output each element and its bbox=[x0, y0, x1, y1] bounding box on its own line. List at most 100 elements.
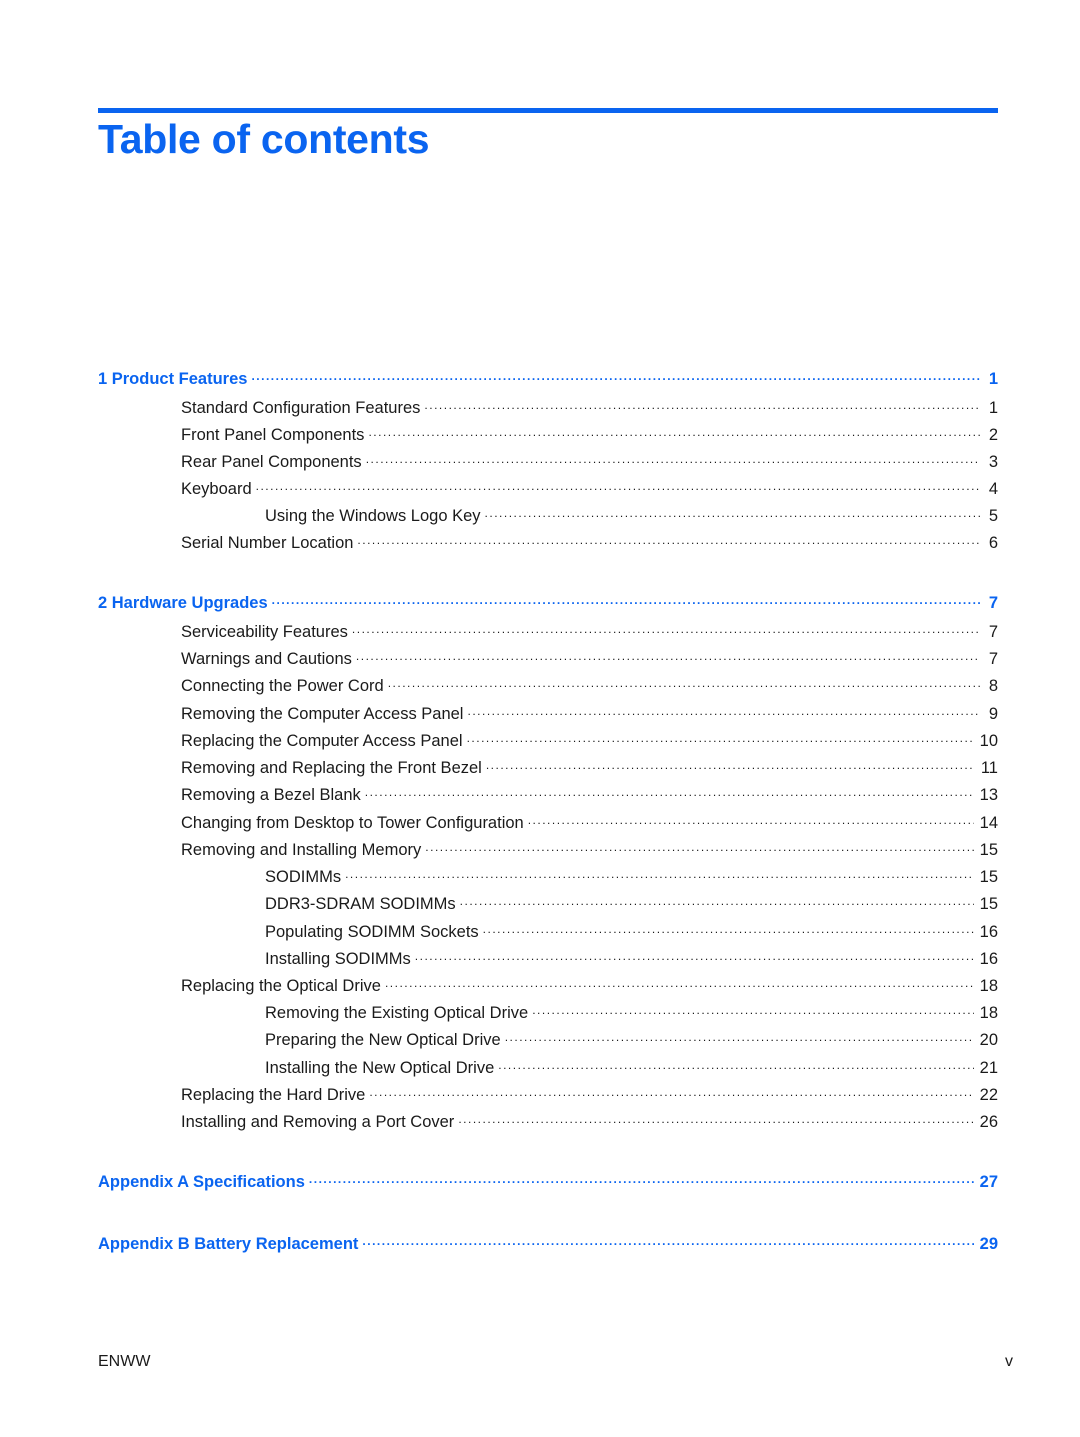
toc-entry-title[interactable]: Removing the Existing Optical Drive bbox=[265, 1004, 533, 1023]
toc-section-entry[interactable]: Serial Number Location 6 bbox=[98, 528, 998, 553]
toc-entry-title[interactable]: SODIMMs bbox=[265, 868, 346, 887]
toc-section-entry[interactable]: Populating SODIMM Sockets 16 bbox=[98, 917, 998, 942]
toc-section-entry[interactable]: Replacing the Computer Access Panel 10 bbox=[98, 726, 998, 751]
dot-leader bbox=[272, 588, 980, 608]
toc-entry-page-number[interactable]: 2 bbox=[980, 426, 998, 445]
toc-entry-page-number[interactable]: 3 bbox=[980, 453, 998, 472]
toc-entry-title[interactable]: Installing the New Optical Drive bbox=[265, 1059, 499, 1078]
toc-entry-page-number[interactable]: 15 bbox=[974, 895, 998, 914]
toc-section-entry[interactable]: Using the Windows Logo Key 5 bbox=[98, 501, 998, 526]
toc-entry-title[interactable]: Changing from Desktop to Tower Configura… bbox=[181, 814, 528, 833]
toc-section-entry[interactable]: Removing a Bezel Blank 13 bbox=[98, 780, 998, 805]
toc-section-entry[interactable]: Changing from Desktop to Tower Configura… bbox=[98, 808, 998, 833]
toc-entry-title[interactable]: Connecting the Power Cord bbox=[181, 677, 388, 696]
toc-section-entry[interactable]: Removing the Existing Optical Drive 18 bbox=[98, 998, 998, 1023]
toc-entry-title[interactable]: Installing and Removing a Port Cover bbox=[181, 1113, 459, 1132]
toc-entry-page-number[interactable]: 18 bbox=[974, 977, 998, 996]
toc-entry-page-number[interactable]: 4 bbox=[980, 480, 998, 499]
toc-entry-title[interactable]: Removing and Installing Memory bbox=[181, 841, 426, 860]
toc-entry-title[interactable]: Warnings and Cautions bbox=[181, 650, 356, 669]
toc-entry-page-number[interactable]: 18 bbox=[974, 1004, 998, 1023]
toc-section-entry[interactable]: SODIMMs 15 bbox=[98, 862, 998, 887]
toc-entry-title[interactable]: Appendix B Battery Replacement bbox=[98, 1235, 363, 1254]
dot-leader bbox=[486, 753, 975, 773]
toc-entry-page-number[interactable]: 15 bbox=[974, 841, 998, 860]
page-title: Table of contents bbox=[98, 116, 430, 162]
toc-section-entry[interactable]: Standard Configuration Features 1 bbox=[98, 393, 998, 418]
toc-entry-title[interactable]: Rear Panel Components bbox=[181, 453, 366, 472]
toc-entry-title[interactable]: Removing the Computer Access Panel bbox=[181, 705, 468, 724]
toc-entry-title[interactable]: Keyboard bbox=[181, 480, 256, 499]
toc-section-entry[interactable]: Replacing the Hard Drive 22 bbox=[98, 1080, 998, 1105]
dot-leader bbox=[365, 780, 974, 800]
toc-entry-title[interactable]: Replacing the Hard Drive bbox=[181, 1086, 370, 1105]
toc-entry-title[interactable]: Front Panel Components bbox=[181, 426, 369, 445]
toc-section-entry[interactable]: Removing the Computer Access Panel 9 bbox=[98, 699, 998, 724]
toc-section-entry[interactable]: Warnings and Cautions 7 bbox=[98, 644, 998, 669]
toc-entry-page-number[interactable]: 11 bbox=[975, 759, 998, 778]
toc-entry-page-number[interactable]: 9 bbox=[980, 705, 998, 724]
toc-section-entry[interactable]: Replacing the Optical Drive 18 bbox=[98, 971, 998, 996]
toc-entry-title[interactable]: Removing and Replacing the Front Bezel bbox=[181, 759, 486, 778]
toc-chapter-entry[interactable]: 2 Hardware Upgrades 7 bbox=[98, 588, 998, 613]
dot-leader bbox=[369, 1080, 973, 1100]
dot-leader bbox=[425, 835, 973, 855]
toc-entry-title[interactable]: Preparing the New Optical Drive bbox=[265, 1031, 505, 1050]
toc-entry-page-number[interactable]: 16 bbox=[974, 950, 998, 969]
toc-entry-title[interactable]: Serviceability Features bbox=[181, 623, 352, 642]
toc-entry-page-number[interactable]: 8 bbox=[980, 677, 998, 696]
toc-section-entry[interactable]: Removing and Installing Memory 15 bbox=[98, 835, 998, 860]
toc-entry-page-number[interactable]: 14 bbox=[974, 814, 998, 833]
toc-section-entry[interactable]: Serviceability Features 7 bbox=[98, 617, 998, 642]
toc-entry-page-number[interactable]: 20 bbox=[974, 1031, 998, 1050]
toc-section-entry[interactable]: Front Panel Components 2 bbox=[98, 420, 998, 445]
toc-entry-title[interactable]: Replacing the Optical Drive bbox=[181, 977, 385, 996]
toc-section-entry[interactable]: Installing and Removing a Port Cover 26 bbox=[98, 1107, 998, 1132]
toc-section-entry[interactable]: Connecting the Power Cord 8 bbox=[98, 671, 998, 696]
toc-section-entry[interactable]: Rear Panel Components 3 bbox=[98, 447, 998, 472]
toc-entry-page-number[interactable]: 7 bbox=[980, 650, 998, 669]
toc-entry-title[interactable]: Replacing the Computer Access Panel bbox=[181, 732, 467, 751]
toc-chapter-entry[interactable]: Appendix B Battery Replacement 29 bbox=[98, 1229, 998, 1254]
dot-leader bbox=[256, 474, 980, 494]
toc-section-entry[interactable]: Removing and Replacing the Front Bezel 11 bbox=[98, 753, 998, 778]
toc-entry-title[interactable]: DDR3-SDRAM SODIMMs bbox=[265, 895, 460, 914]
toc-entry-page-number[interactable]: 27 bbox=[974, 1173, 998, 1192]
toc-entry-page-number[interactable]: 1 bbox=[980, 370, 998, 389]
toc-section-entry[interactable]: Keyboard 4 bbox=[98, 474, 998, 499]
dot-leader bbox=[388, 671, 980, 691]
toc-entry-page-number[interactable]: 29 bbox=[974, 1235, 998, 1254]
dot-leader bbox=[505, 1025, 974, 1045]
toc-entry-page-number[interactable]: 26 bbox=[974, 1113, 998, 1132]
dot-leader bbox=[460, 889, 974, 909]
toc-section-entry[interactable]: Installing the New Optical Drive 21 bbox=[98, 1053, 998, 1078]
toc-chapter-entry[interactable]: Appendix A Specifications 27 bbox=[98, 1167, 998, 1192]
toc-section-entry[interactable]: Preparing the New Optical Drive 20 bbox=[98, 1025, 998, 1050]
toc-section-entry[interactable]: Installing SODIMMs 16 bbox=[98, 944, 998, 969]
toc-entry-page-number[interactable]: 16 bbox=[974, 923, 998, 942]
toc-entry-title[interactable]: Serial Number Location bbox=[181, 534, 358, 553]
toc-entry-page-number[interactable]: 1 bbox=[980, 399, 998, 418]
toc-entry-page-number[interactable]: 7 bbox=[980, 594, 998, 613]
toc-entry-page-number[interactable]: 7 bbox=[980, 623, 998, 642]
toc-entry-title[interactable]: Standard Configuration Features bbox=[181, 399, 425, 418]
toc-entry-title[interactable]: 2 Hardware Upgrades bbox=[98, 594, 272, 613]
dot-leader bbox=[356, 644, 980, 664]
toc-entry-page-number[interactable]: 10 bbox=[974, 732, 998, 751]
toc-chapter-entry[interactable]: 1 Product Features 1 bbox=[98, 364, 998, 389]
toc-entry-title[interactable]: Installing SODIMMs bbox=[265, 950, 415, 969]
title-rule bbox=[98, 108, 998, 113]
toc-entry-title[interactable]: Using the Windows Logo Key bbox=[265, 507, 485, 526]
toc-entry-page-number[interactable]: 13 bbox=[974, 786, 998, 805]
toc-entry-page-number[interactable]: 21 bbox=[974, 1059, 998, 1078]
toc-entry-title[interactable]: 1 Product Features bbox=[98, 370, 252, 389]
toc-entry-page-number[interactable]: 22 bbox=[974, 1086, 998, 1105]
toc-entry-page-number[interactable]: 5 bbox=[980, 507, 998, 526]
dot-leader bbox=[485, 501, 980, 521]
toc-entry-page-number[interactable]: 15 bbox=[974, 868, 998, 887]
toc-entry-title[interactable]: Populating SODIMM Sockets bbox=[265, 923, 483, 942]
toc-entry-page-number[interactable]: 6 bbox=[980, 534, 998, 553]
toc-section-entry[interactable]: DDR3-SDRAM SODIMMs 15 bbox=[98, 889, 998, 914]
toc-entry-title[interactable]: Removing a Bezel Blank bbox=[181, 786, 365, 805]
toc-entry-title[interactable]: Appendix A Specifications bbox=[98, 1173, 309, 1192]
